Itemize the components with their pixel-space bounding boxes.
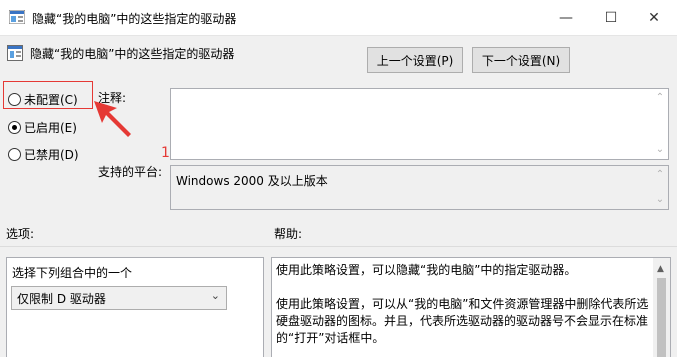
window-title: 隐藏“我的电脑”中的这些指定的驱动器 xyxy=(32,12,237,26)
help-section-label: 帮助: xyxy=(274,227,303,241)
supported-platform-field: Windows 2000 及以上版本 ⌃ ⌄ xyxy=(170,165,669,210)
previous-setting-button[interactable]: 上一个设置(P) xyxy=(367,47,463,73)
close-icon: ✕ xyxy=(648,10,660,26)
scroll-up-icon[interactable]: ⌃ xyxy=(655,93,665,103)
title-bar: 隐藏“我的电脑”中的这些指定的驱动器 — ☐ ✕ xyxy=(0,0,677,36)
radio-disabled[interactable]: 已禁用(D) xyxy=(8,146,79,163)
options-section-label: 选项: xyxy=(6,227,35,241)
help-panel: 使用此策略设置，可以隐藏“我的电脑”中的指定驱动器。 使用此策略设置，可以从“我… xyxy=(271,257,671,357)
comment-field[interactable]: ⌃ ⌄ xyxy=(170,88,669,160)
maximize-button[interactable]: ☐ xyxy=(588,0,634,36)
scroll-up-icon[interactable]: ⌃ xyxy=(655,170,665,180)
policy-setting-icon xyxy=(7,45,23,61)
next-setting-button[interactable]: 下一个设置(N) xyxy=(472,47,570,73)
radio-checked-icon[interactable] xyxy=(8,121,21,134)
radio-label: 已禁用(D) xyxy=(24,148,79,162)
drive-restriction-select[interactable]: 仅限制 D 驱动器 ⌄ xyxy=(11,286,227,310)
comment-label: 注释: xyxy=(98,91,127,105)
minimize-button[interactable]: — xyxy=(543,0,589,36)
policy-app-icon xyxy=(9,10,25,24)
help-paragraph: 使用此策略设置，可以隐藏“我的电脑”中的指定驱动器。 xyxy=(276,263,577,277)
section-divider xyxy=(0,246,677,247)
help-paragraph: 使用此策略设置，可以从“我的电脑”和文件资源管理器中删除代表所选硬盘驱动器的图标… xyxy=(276,297,649,345)
close-button[interactable]: ✕ xyxy=(631,0,677,36)
minimize-icon: — xyxy=(559,10,573,26)
options-panel: 选择下列组合中的一个 仅限制 D 驱动器 ⌄ xyxy=(6,257,264,357)
chevron-down-icon: ⌄ xyxy=(210,289,220,302)
radio-enabled[interactable]: 已启用(E) xyxy=(8,119,77,136)
scroll-up-icon[interactable]: ▲ xyxy=(657,261,664,278)
annotation-step-number: 1 xyxy=(161,145,170,161)
scrollbar-thumb[interactable] xyxy=(657,278,666,357)
scroll-down-icon[interactable]: ⌄ xyxy=(655,195,665,205)
scroll-down-icon[interactable]: ⌄ xyxy=(655,145,665,155)
annotation-highlight-box xyxy=(3,81,93,109)
help-scrollbar[interactable]: ▲ xyxy=(653,258,670,357)
combo-label: 选择下列组合中的一个 xyxy=(12,266,133,280)
supported-platform-value: Windows 2000 及以上版本 xyxy=(176,174,328,188)
maximize-icon: ☐ xyxy=(604,10,618,26)
supported-platform-label: 支持的平台: xyxy=(98,165,163,179)
select-value: 仅限制 D 驱动器 xyxy=(17,292,106,306)
radio-label: 已启用(E) xyxy=(24,121,77,135)
radio-circle-icon[interactable] xyxy=(8,148,21,161)
policy-title: 隐藏“我的电脑”中的这些指定的驱动器 xyxy=(30,47,235,61)
